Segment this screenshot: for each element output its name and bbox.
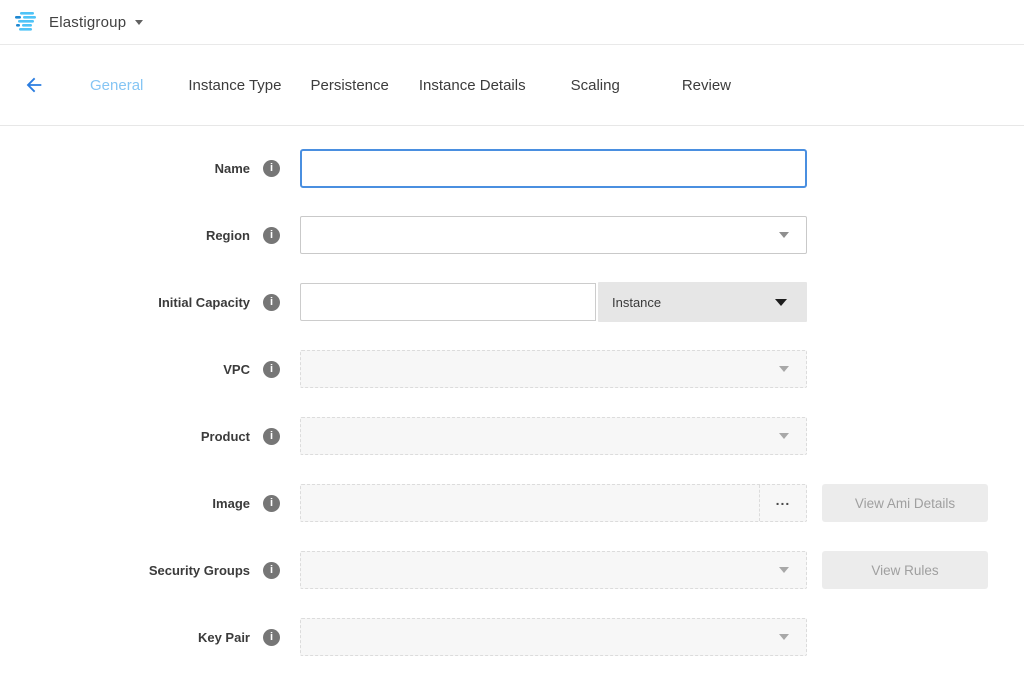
- app-switcher-caret-icon[interactable]: [135, 20, 143, 25]
- back-button[interactable]: [22, 73, 46, 97]
- app-switcher-label[interactable]: Elastigroup: [49, 14, 126, 31]
- chevron-down-icon: [779, 567, 789, 573]
- tab-persistence[interactable]: Persistence: [311, 77, 389, 94]
- elastigroup-logo-icon: [14, 11, 40, 33]
- image-picker-disabled: ...: [300, 484, 807, 522]
- initial-capacity-info-icon[interactable]: i: [263, 294, 280, 311]
- region-info-icon[interactable]: i: [263, 227, 280, 244]
- initial-capacity-input[interactable]: [300, 283, 596, 321]
- tab-review[interactable]: Review: [682, 77, 731, 94]
- name-info-icon[interactable]: i: [263, 160, 280, 177]
- chevron-down-icon: [779, 634, 789, 640]
- security-groups-info-icon[interactable]: i: [263, 562, 280, 579]
- vpc-info-icon[interactable]: i: [263, 361, 280, 378]
- chevron-down-icon: [779, 433, 789, 439]
- form-row-product: Product i: [0, 416, 1024, 456]
- name-label: Name: [0, 161, 250, 176]
- chevron-down-icon: [779, 366, 789, 372]
- security-groups-label: Security Groups: [0, 563, 250, 578]
- name-input[interactable]: [300, 149, 807, 188]
- image-label: Image: [0, 496, 250, 511]
- wizard-tabs: General Instance Type Persistence Instan…: [90, 77, 731, 94]
- view-rules-button: View Rules: [822, 551, 988, 589]
- form-row-initial-capacity: Initial Capacity i Instance: [0, 282, 1024, 322]
- wizard-tabbar: General Instance Type Persistence Instan…: [0, 45, 1024, 126]
- security-groups-select-disabled: [300, 551, 807, 589]
- general-settings-form: Name i Region i Initial Capacity i Insta…: [0, 126, 1024, 657]
- region-select[interactable]: [300, 216, 807, 254]
- capacity-unit-select[interactable]: Instance: [598, 282, 807, 322]
- vpc-select-disabled: [300, 350, 807, 388]
- key-pair-select-disabled: [300, 618, 807, 656]
- tab-scaling[interactable]: Scaling: [571, 77, 620, 94]
- vpc-label: VPC: [0, 362, 250, 377]
- app-header: Elastigroup: [0, 0, 1024, 45]
- form-row-region: Region i: [0, 215, 1024, 255]
- image-browse-button: ...: [759, 485, 806, 521]
- view-ami-details-button: View Ami Details: [822, 484, 988, 522]
- form-row-key-pair: Key Pair i: [0, 617, 1024, 657]
- key-pair-label: Key Pair: [0, 630, 250, 645]
- back-arrow-icon: [23, 74, 45, 96]
- image-value: [301, 485, 759, 521]
- product-label: Product: [0, 429, 250, 444]
- form-row-image: Image i ... View Ami Details: [0, 483, 1024, 523]
- form-row-name: Name i: [0, 148, 1024, 188]
- key-pair-info-icon[interactable]: i: [263, 629, 280, 646]
- tab-instance-details[interactable]: Instance Details: [419, 77, 526, 94]
- form-row-security-groups: Security Groups i View Rules: [0, 550, 1024, 590]
- product-select-disabled: [300, 417, 807, 455]
- initial-capacity-label: Initial Capacity: [0, 295, 250, 310]
- image-info-icon[interactable]: i: [263, 495, 280, 512]
- tab-instance-type[interactable]: Instance Type: [188, 77, 281, 94]
- chevron-down-icon: [775, 299, 787, 306]
- region-label: Region: [0, 228, 250, 243]
- form-row-vpc: VPC i: [0, 349, 1024, 389]
- tab-general[interactable]: General: [90, 77, 143, 94]
- chevron-down-icon: [779, 232, 789, 238]
- capacity-unit-value: Instance: [612, 295, 661, 310]
- product-info-icon[interactable]: i: [263, 428, 280, 445]
